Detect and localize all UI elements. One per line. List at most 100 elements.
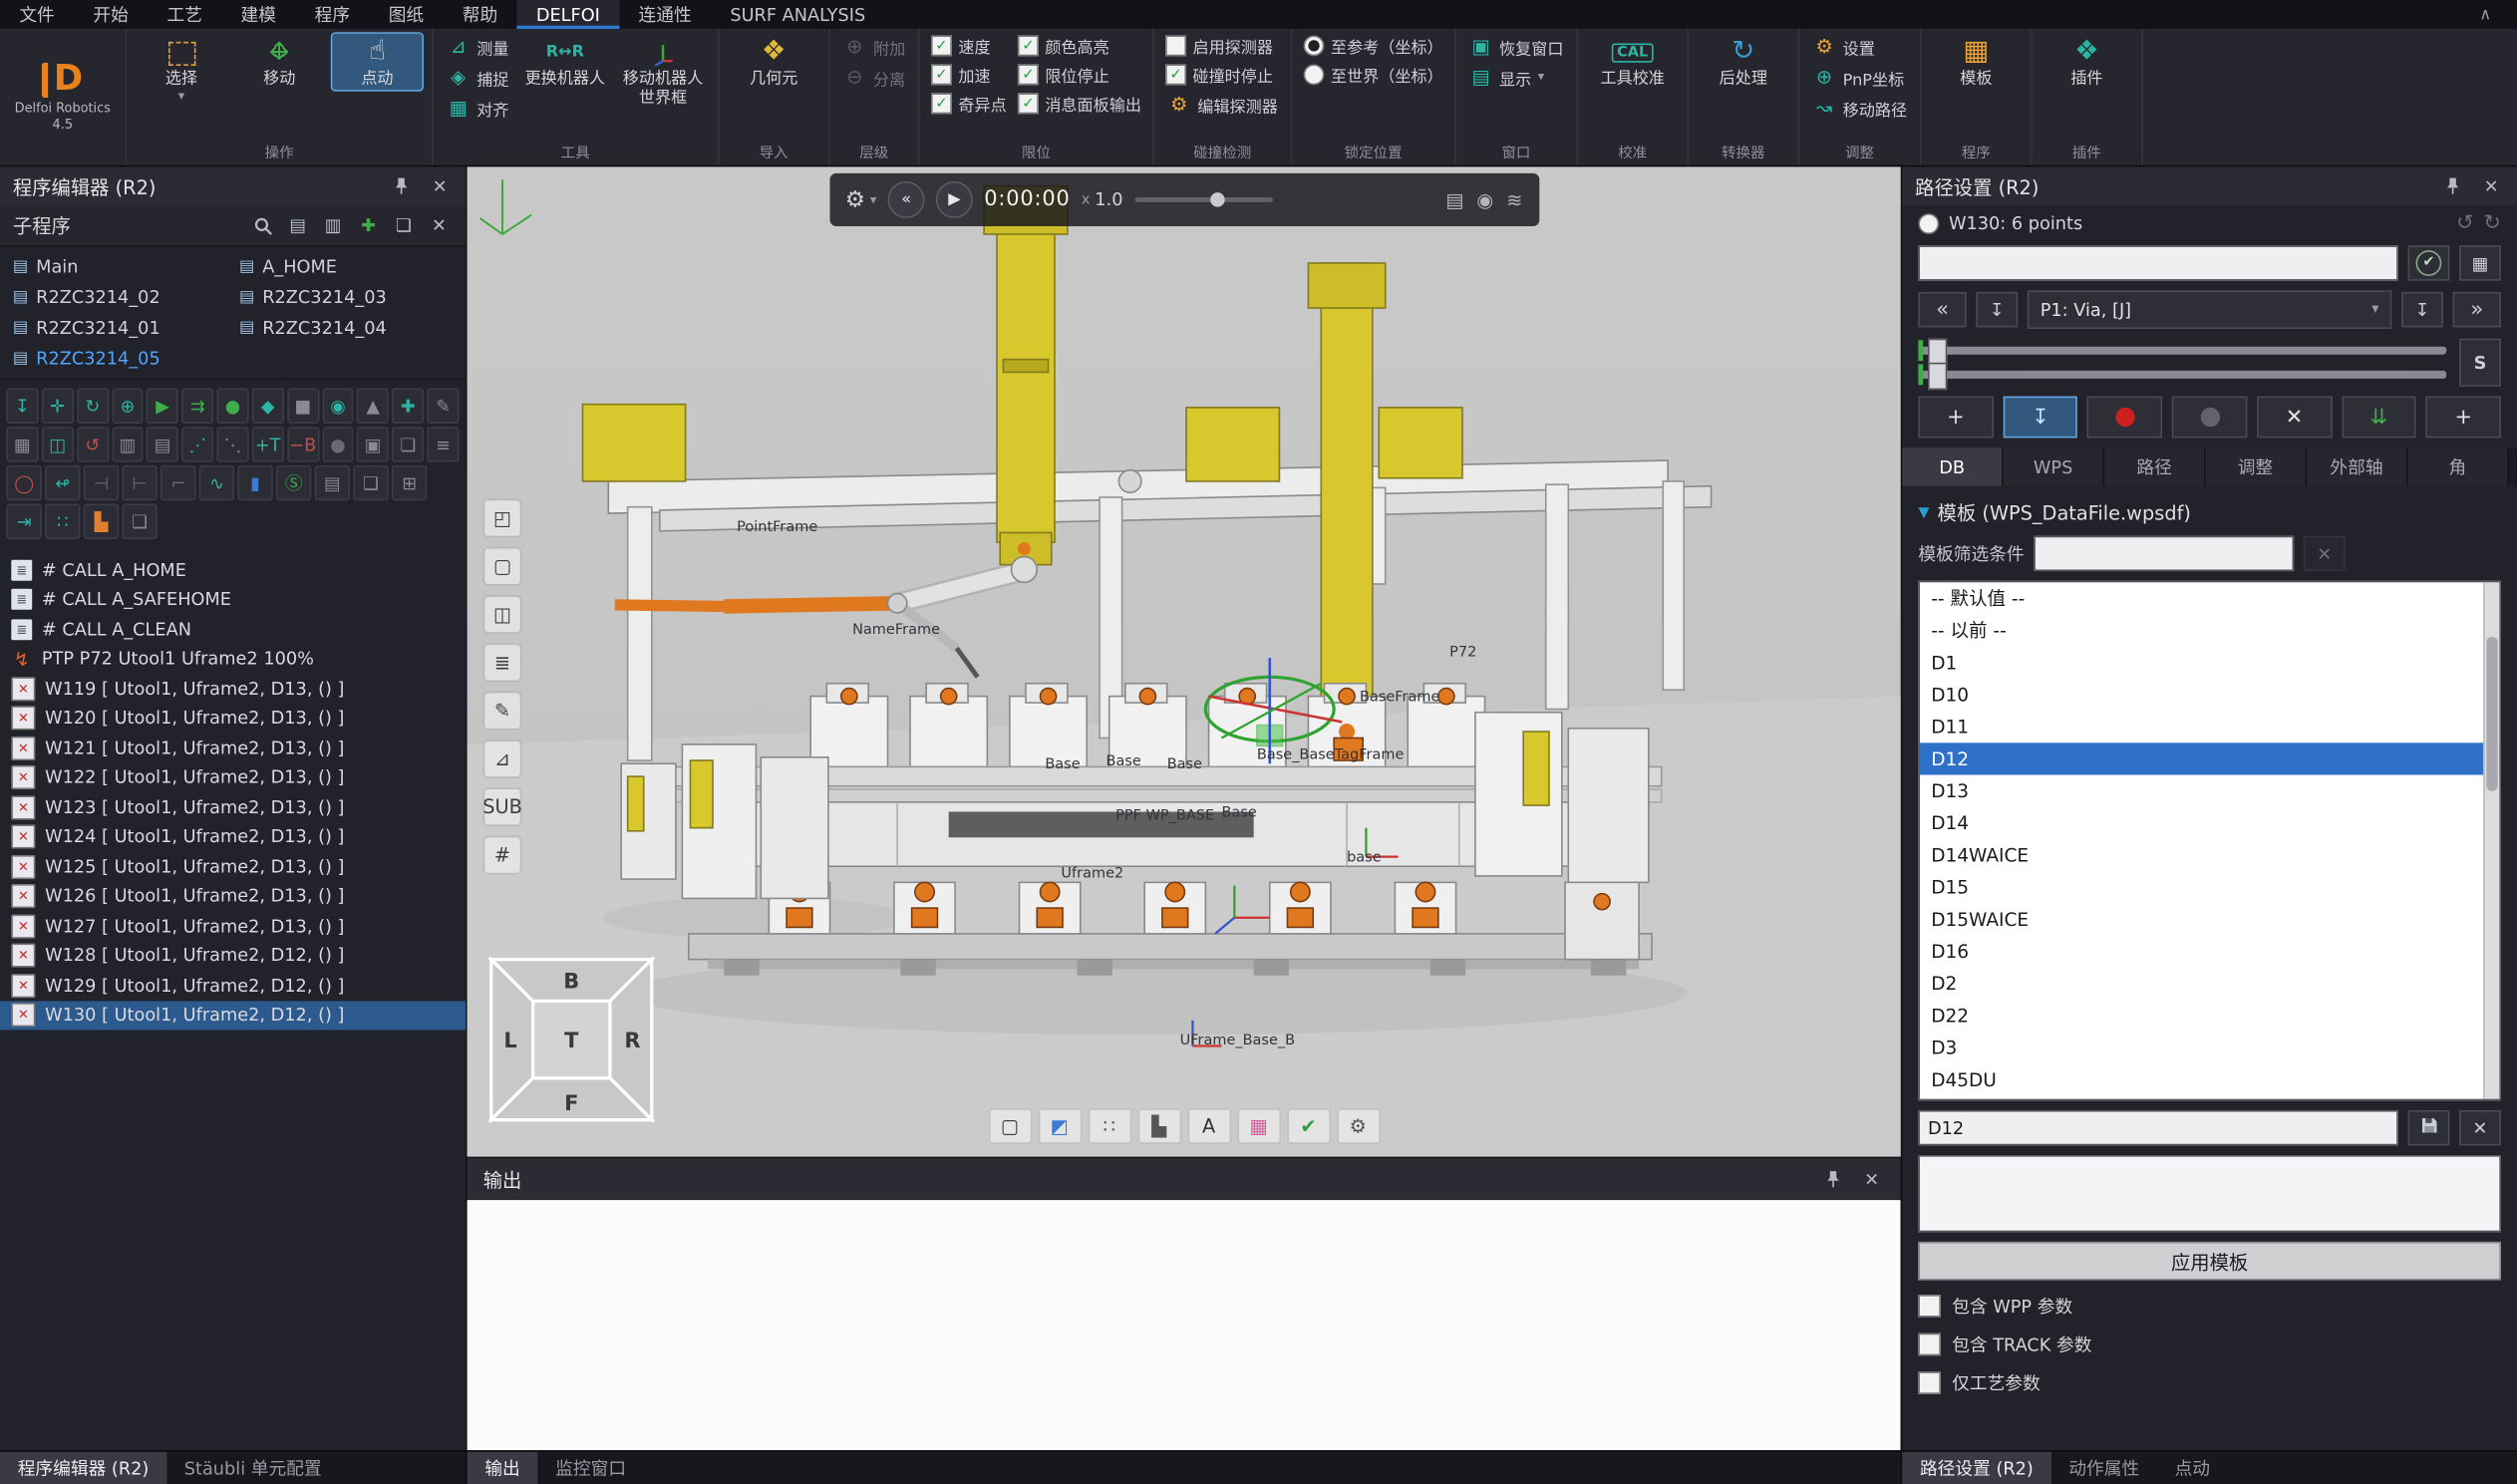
slider-handle[interactable] xyxy=(1928,363,1947,390)
add-point-button[interactable]: + xyxy=(1918,397,1993,439)
to-world-radio[interactable]: 至世界（坐标） xyxy=(1300,61,1446,88)
menu-tab[interactable]: 程序 xyxy=(295,0,369,29)
subprogram-tree-item[interactable]: ▤Main xyxy=(6,252,232,283)
select-tool[interactable]: 选择▾ xyxy=(135,32,227,104)
editor-toolbar-icon[interactable]: ❏ xyxy=(392,427,424,461)
speed-slider-handle[interactable] xyxy=(1210,192,1224,206)
template-name-input[interactable] xyxy=(1918,1110,2397,1145)
editor-toolbar-icon[interactable]: ⊕ xyxy=(112,389,144,424)
editor-toolbar-icon[interactable]: ∷ xyxy=(45,503,80,538)
list-scrollbar[interactable] xyxy=(2483,582,2499,1098)
stop-on-collision-checkbox[interactable]: ✓碰撞时停止 xyxy=(1162,61,1283,88)
pin-icon[interactable] xyxy=(2440,176,2466,195)
template-list-item[interactable]: -- 以前 -- xyxy=(1920,615,2499,647)
next-point-button[interactable]: » xyxy=(2453,292,2501,327)
viewport-tool-icon[interactable]: SUB xyxy=(483,787,522,826)
editor-toolbar-icon[interactable]: ≡ xyxy=(428,427,460,461)
editor-toolbar-icon[interactable]: ▲ xyxy=(357,389,389,424)
status-tab[interactable]: 程序编辑器 (R2) xyxy=(0,1452,166,1484)
editor-toolbar-icon[interactable]: ◫ xyxy=(42,427,74,461)
editor-toolbar-icon[interactable]: ❏ xyxy=(122,503,157,538)
viewport-bottom-icon[interactable]: A xyxy=(1187,1108,1230,1143)
menu-tab[interactable]: 图纸 xyxy=(369,0,443,29)
template-section-header[interactable]: ▼ 模板 (WPS_DataFile.wpsdf) xyxy=(1918,499,2501,526)
accel-checkbox[interactable]: ✓加速 xyxy=(928,61,1010,88)
path-slider-1[interactable] xyxy=(1918,347,2446,355)
rewind-button[interactable]: « xyxy=(888,181,925,218)
record-point-button[interactable] xyxy=(2087,397,2162,439)
settings-button[interactable]: ⚙设置 xyxy=(1807,32,1912,61)
viewport-tool-icon[interactable]: ≣ xyxy=(483,644,522,683)
editor-toolbar-icon[interactable]: ● xyxy=(322,427,354,461)
editor-toolbar-icon[interactable]: ✚ xyxy=(392,389,424,424)
program-line[interactable]: ✕ W122 [ Utool1, Uframe2, D13, () ] xyxy=(0,762,466,792)
viewport-bottom-icon[interactable]: ✔ xyxy=(1287,1108,1330,1143)
delete-point-button[interactable]: ✕ xyxy=(2257,397,2332,439)
limit-stop-checkbox[interactable]: ✓限位停止 xyxy=(1015,61,1144,88)
apply-template-button[interactable]: 应用模板 xyxy=(1918,1242,2501,1281)
viewport-tool-icon[interactable]: ▢ xyxy=(483,547,522,586)
subprogram-tree-item[interactable]: ▤R2ZC3214_03 xyxy=(232,282,459,313)
grid-view-button[interactable]: ▦ xyxy=(2459,245,2501,280)
undo-icon[interactable]: ↺ xyxy=(2456,211,2474,235)
editor-toolbar-icon[interactable]: ↻ xyxy=(77,389,109,424)
viewport-bottom-icon[interactable]: ▢ xyxy=(988,1108,1031,1143)
save-template-button[interactable] xyxy=(2407,1110,2449,1145)
close-icon[interactable]: ✕ xyxy=(427,175,453,196)
template-list-item[interactable]: D10 xyxy=(1920,679,2499,711)
viewport-bottom-icon[interactable]: ▙ xyxy=(1137,1108,1180,1143)
move-tool[interactable]: 移动 xyxy=(232,32,325,91)
status-tab[interactable]: 路径设置 (R2) xyxy=(1902,1452,2050,1484)
editor-toolbar-icon[interactable]: ∿ xyxy=(199,465,234,500)
status-tab[interactable]: 输出 xyxy=(468,1452,538,1484)
scrollbar-thumb[interactable] xyxy=(2486,637,2497,791)
editor-toolbar-icon[interactable]: ⇥ xyxy=(6,503,41,538)
program-line[interactable]: ≣ # CALL A_CLEAN xyxy=(0,615,466,645)
editor-toolbar-icon[interactable]: ⌐ xyxy=(160,465,195,500)
point-radio[interactable] xyxy=(1918,213,1939,234)
stop-point-button[interactable] xyxy=(2172,397,2247,439)
editor-toolbar-icon[interactable]: ▮ xyxy=(237,465,272,500)
play-button[interactable]: ▶ xyxy=(936,181,973,218)
edit-detector-button[interactable]: ⚙编辑探测器 xyxy=(1162,90,1283,119)
s-button[interactable]: S xyxy=(2459,339,2501,387)
pnp-coords-button[interactable]: ⊕PnP坐标 xyxy=(1807,63,1912,92)
template-list-item[interactable]: D16 xyxy=(1920,935,2499,967)
delete-program-icon[interactable]: ✕ xyxy=(426,211,453,238)
point-type-select[interactable]: P1: Via, [J] ▾ xyxy=(2028,290,2392,329)
template-list-item[interactable]: D14 xyxy=(1920,807,2499,839)
editor-toolbar-icon[interactable]: ⋱ xyxy=(216,427,248,461)
collapse-ribbon-icon[interactable]: ∧ xyxy=(2460,0,2510,29)
jog-tool[interactable]: ☝点动 xyxy=(331,32,424,91)
confirm-point-button[interactable]: ✔ xyxy=(2407,245,2449,280)
new-program-icon[interactable]: ▤ xyxy=(284,211,311,238)
viewport-tool-icon[interactable]: ◫ xyxy=(483,595,522,634)
editor-toolbar-icon[interactable]: ◉ xyxy=(322,389,354,424)
template-option-checkbox[interactable]: 仅工艺参数 xyxy=(1918,1370,2501,1396)
playback-extra-icon[interactable]: ▤ xyxy=(1445,188,1463,211)
viewport-tool-icon[interactable]: ✎ xyxy=(483,692,522,731)
program-line[interactable]: ✕ W125 [ Utool1, Uframe2, D13, () ] xyxy=(0,852,466,882)
program-line[interactable]: ✕ W120 [ Utool1, Uframe2, D13, () ] xyxy=(0,704,466,734)
tool-calibration-button[interactable]: CAL工具校准 xyxy=(1586,32,1679,91)
program-line[interactable]: ✕ W128 [ Utool1, Uframe2, D12, () ] xyxy=(0,941,466,971)
editor-toolbar-icon[interactable]: ⊞ xyxy=(392,465,427,500)
viewport-tool-icon[interactable]: # xyxy=(483,836,522,875)
editor-toolbar-icon[interactable]: ■ xyxy=(287,389,319,424)
copy-program-icon[interactable]: ❏ xyxy=(390,211,417,238)
template-list-item[interactable]: D11 xyxy=(1920,711,2499,742)
subprogram-tree-item[interactable]: ▤R2ZC3214_04 xyxy=(232,313,459,344)
viewport-3d[interactable]: PointFrameNameFrameP72BaseFrameBaseBaseB… xyxy=(468,166,1901,1156)
add-point-2-button[interactable]: + xyxy=(2426,397,2501,439)
template-list-item[interactable]: D15 xyxy=(1920,871,2499,903)
path-panel-tab[interactable]: WPS xyxy=(2004,447,2104,486)
path-panel-tab[interactable]: 调整 xyxy=(2206,447,2307,486)
editor-toolbar-icon[interactable]: ▶ xyxy=(147,389,178,424)
editor-toolbar-icon[interactable]: ▣ xyxy=(357,427,389,461)
align-tool[interactable]: ▦对齐 xyxy=(442,93,513,122)
viewport-tool-icon[interactable]: ◰ xyxy=(483,499,522,538)
swap-robot-button[interactable]: R↔R更换机器人 xyxy=(518,32,611,91)
clear-filter-button[interactable]: ✕ xyxy=(2304,536,2346,571)
speed-checkbox[interactable]: ✓速度 xyxy=(928,32,1010,59)
speed-slider[interactable] xyxy=(1134,197,1272,202)
